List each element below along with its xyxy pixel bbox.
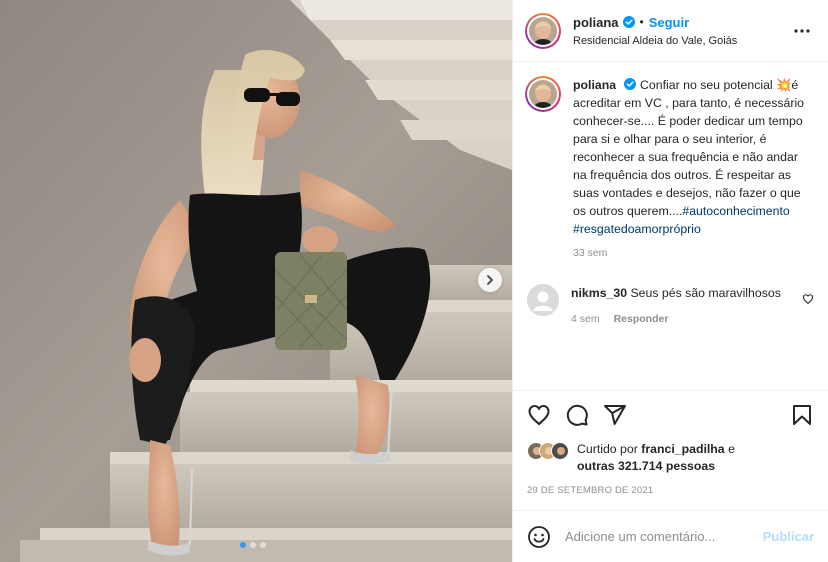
- liked-by-others[interactable]: outras 321.714 pessoas: [577, 459, 715, 473]
- separator: •: [639, 15, 644, 29]
- default-avatar-icon: [527, 284, 559, 316]
- post-date[interactable]: 29 DE SETEMBRO DE 2021: [527, 485, 814, 496]
- caption-text: Confiar no seu potencial 💥é acreditar em…: [573, 78, 805, 218]
- publish-button[interactable]: Publicar: [763, 529, 814, 544]
- likes-summary: Curtido por franci_padilha e outras 321.…: [527, 441, 814, 475]
- liked-by-connector: e: [728, 442, 735, 456]
- avatar-image: [529, 16, 557, 45]
- verified-badge-icon: [624, 78, 637, 90]
- hashtag-link[interactable]: #autoconhecimento: [682, 204, 789, 218]
- caption-time[interactable]: 33 sem: [573, 244, 814, 262]
- verified-badge-icon: [622, 16, 635, 28]
- comment-icon[interactable]: [565, 403, 589, 427]
- avatar[interactable]: [525, 12, 561, 49]
- follow-button[interactable]: Seguir: [649, 15, 689, 30]
- comments-section: poliana Confiar no seu potencial 💥é acre…: [513, 62, 828, 390]
- carousel-dot: [260, 542, 266, 548]
- caption-body: poliana Confiar no seu potencial 💥é acre…: [573, 76, 814, 262]
- add-comment-bar: Publicar: [513, 510, 828, 562]
- avatar[interactable]: [527, 284, 559, 316]
- liker-avatars: [527, 442, 577, 460]
- avatar[interactable]: [525, 76, 561, 112]
- emoji-icon[interactable]: [527, 525, 551, 549]
- avatar-image: [529, 80, 557, 108]
- liked-by-prefix: Curtido por: [577, 442, 638, 456]
- comment-text: Seus pés são maravilhosos: [630, 286, 781, 300]
- post-image: [0, 0, 512, 562]
- comment-username[interactable]: nikms_30: [571, 286, 627, 300]
- post-side-panel: poliana • Seguir Residencial Aldeia do V…: [512, 0, 828, 562]
- post-header: poliana • Seguir Residencial Aldeia do V…: [513, 0, 828, 62]
- reply-button[interactable]: Responder: [614, 310, 669, 328]
- post-location[interactable]: Residencial Aldeia do Vale, Goiás: [573, 35, 790, 47]
- post-photo[interactable]: [0, 0, 512, 562]
- like-comment-heart-icon[interactable]: [802, 292, 814, 310]
- post-caption: poliana Confiar no seu potencial 💥é acre…: [525, 76, 814, 262]
- chevron-right-icon: [487, 275, 493, 285]
- liked-by-user[interactable]: franci_padilha: [641, 442, 724, 456]
- avatar[interactable]: [551, 442, 569, 460]
- comment-time[interactable]: 4 sem: [571, 310, 600, 328]
- bookmark-icon[interactable]: [790, 403, 814, 427]
- hashtag-link[interactable]: #resgatedoamorpróprio: [573, 222, 701, 236]
- more-options-icon[interactable]: [790, 19, 814, 43]
- share-icon[interactable]: [603, 403, 627, 427]
- carousel-dot: [240, 542, 246, 548]
- carousel-indicator: [240, 542, 266, 548]
- comment-item: nikms_30 Seus pés são maravilhosos 4 sem…: [525, 284, 814, 328]
- instagram-post: poliana • Seguir Residencial Aldeia do V…: [0, 0, 828, 562]
- post-actions: Curtido por franci_padilha e outras 321.…: [513, 390, 828, 496]
- next-slide-button[interactable]: [478, 268, 502, 292]
- caption-username[interactable]: poliana: [573, 78, 616, 92]
- carousel-dot: [250, 542, 256, 548]
- comment-input[interactable]: [565, 529, 763, 544]
- heart-icon[interactable]: [527, 403, 551, 427]
- author-username[interactable]: poliana: [573, 15, 619, 30]
